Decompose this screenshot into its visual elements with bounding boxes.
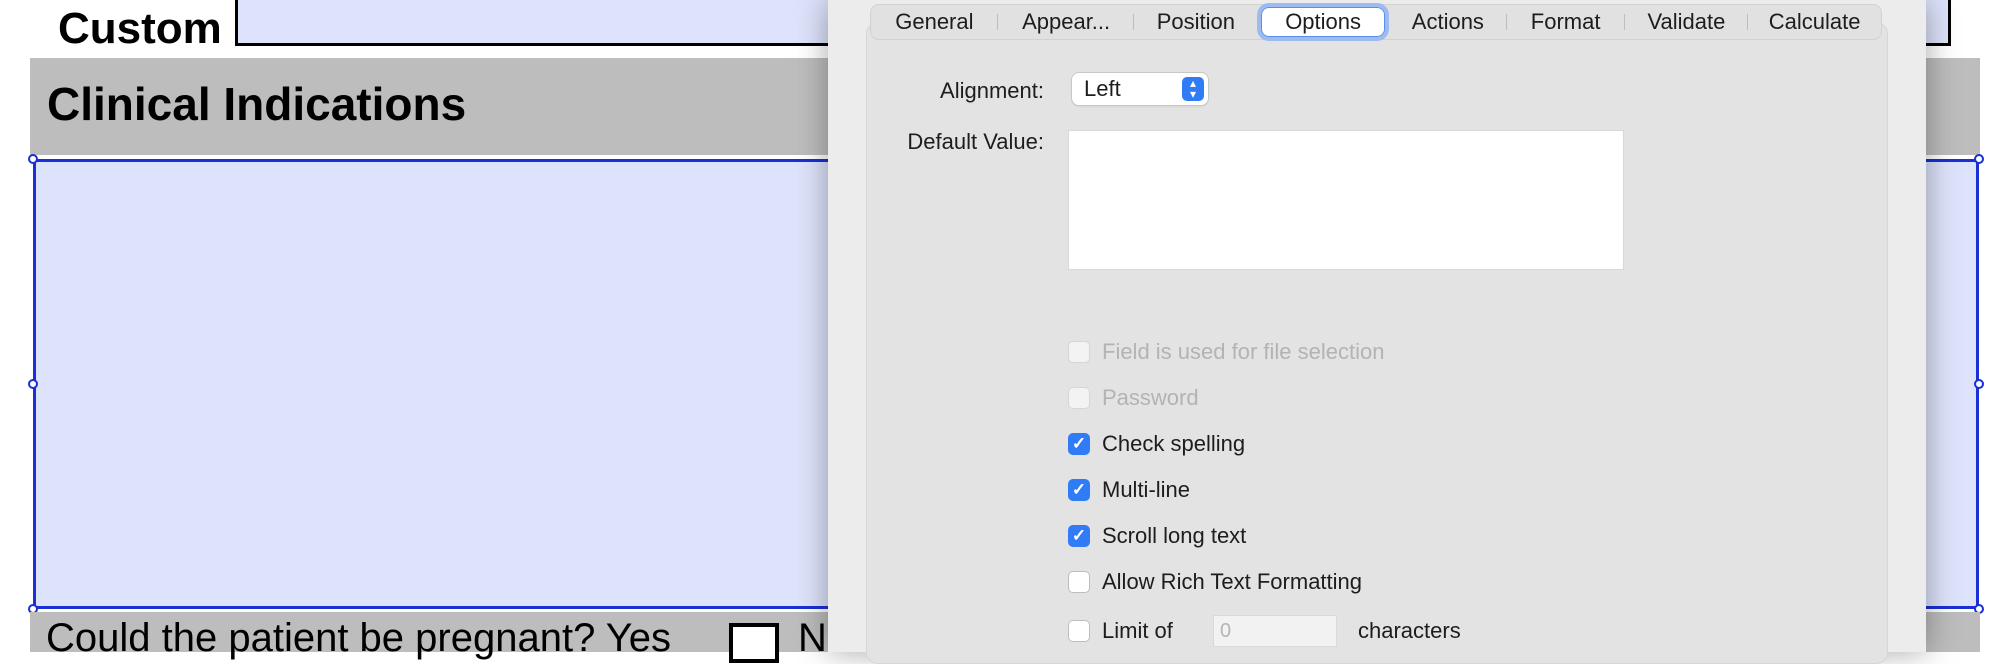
alignment-label: Alignment: bbox=[940, 78, 1044, 103]
option-check-spelling[interactable]: ✓ Check spelling bbox=[1068, 429, 1245, 459]
chevron-up-down-icon: ▴ ▾ bbox=[1182, 77, 1204, 101]
option-password: Password bbox=[1068, 383, 1199, 413]
pregnancy-no-label: N bbox=[798, 616, 827, 660]
tab-format[interactable]: Format bbox=[1507, 7, 1625, 37]
limit-of-checkbox[interactable] bbox=[1068, 620, 1090, 642]
option-multi-line[interactable]: ✓ Multi-line bbox=[1068, 475, 1190, 505]
alignment-select[interactable]: Left ▴ ▾ bbox=[1072, 73, 1208, 105]
section-title: Clinical Indications bbox=[47, 78, 467, 130]
pregnancy-question-label: Could the patient be pregnant? Yes bbox=[46, 616, 671, 660]
scroll-long-text-checkbox[interactable]: ✓ bbox=[1068, 525, 1090, 547]
tab-position[interactable]: Position bbox=[1134, 7, 1257, 37]
resize-handle-top-left[interactable] bbox=[28, 154, 38, 164]
tab-appearance[interactable]: Appear... bbox=[998, 7, 1135, 37]
pregnancy-yes-checkbox[interactable] bbox=[729, 623, 779, 663]
rich-text-checkbox[interactable] bbox=[1068, 571, 1090, 593]
multi-line-checkbox[interactable]: ✓ bbox=[1068, 479, 1090, 501]
tab-options[interactable]: Options bbox=[1261, 7, 1385, 37]
tab-actions[interactable]: Actions bbox=[1389, 7, 1507, 37]
tab-bar: General Appear... Position Options Actio… bbox=[870, 4, 1882, 40]
tab-calculate[interactable]: Calculate bbox=[1748, 7, 1881, 37]
tab-general[interactable]: General bbox=[871, 7, 998, 37]
option-limit-of[interactable]: Limit of bbox=[1068, 616, 1173, 646]
custom-label: Custom bbox=[58, 4, 222, 53]
check-spelling-checkbox[interactable]: ✓ bbox=[1068, 433, 1090, 455]
default-value-label: Default Value: bbox=[907, 129, 1044, 154]
limit-of-label: Limit of bbox=[1102, 618, 1173, 643]
resize-handle-middle-left[interactable] bbox=[28, 379, 38, 389]
characters-label: characters bbox=[1358, 618, 1461, 643]
resize-handle-top-right[interactable] bbox=[1974, 154, 1984, 164]
character-limit-input[interactable]: 0 bbox=[1213, 615, 1337, 647]
multi-line-label: Multi-line bbox=[1102, 477, 1191, 502]
file-selection-checkbox bbox=[1068, 341, 1090, 363]
option-file-selection: Field is used for file selection bbox=[1068, 337, 1384, 367]
option-scroll-long-text[interactable]: ✓ Scroll long text bbox=[1068, 521, 1246, 551]
password-checkbox bbox=[1068, 387, 1090, 409]
password-label: Password bbox=[1102, 385, 1199, 410]
scroll-long-text-label: Scroll long text bbox=[1102, 523, 1247, 548]
resize-handle-middle-right[interactable] bbox=[1974, 379, 1984, 389]
file-selection-label: Field is used for file selection bbox=[1102, 339, 1385, 364]
option-rich-text[interactable]: Allow Rich Text Formatting bbox=[1068, 567, 1362, 597]
default-value-input[interactable] bbox=[1068, 130, 1624, 270]
alignment-value: Left bbox=[1084, 76, 1121, 101]
tab-validate[interactable]: Validate bbox=[1625, 7, 1749, 37]
rich-text-label: Allow Rich Text Formatting bbox=[1102, 569, 1363, 594]
check-spelling-label: Check spelling bbox=[1102, 431, 1246, 456]
